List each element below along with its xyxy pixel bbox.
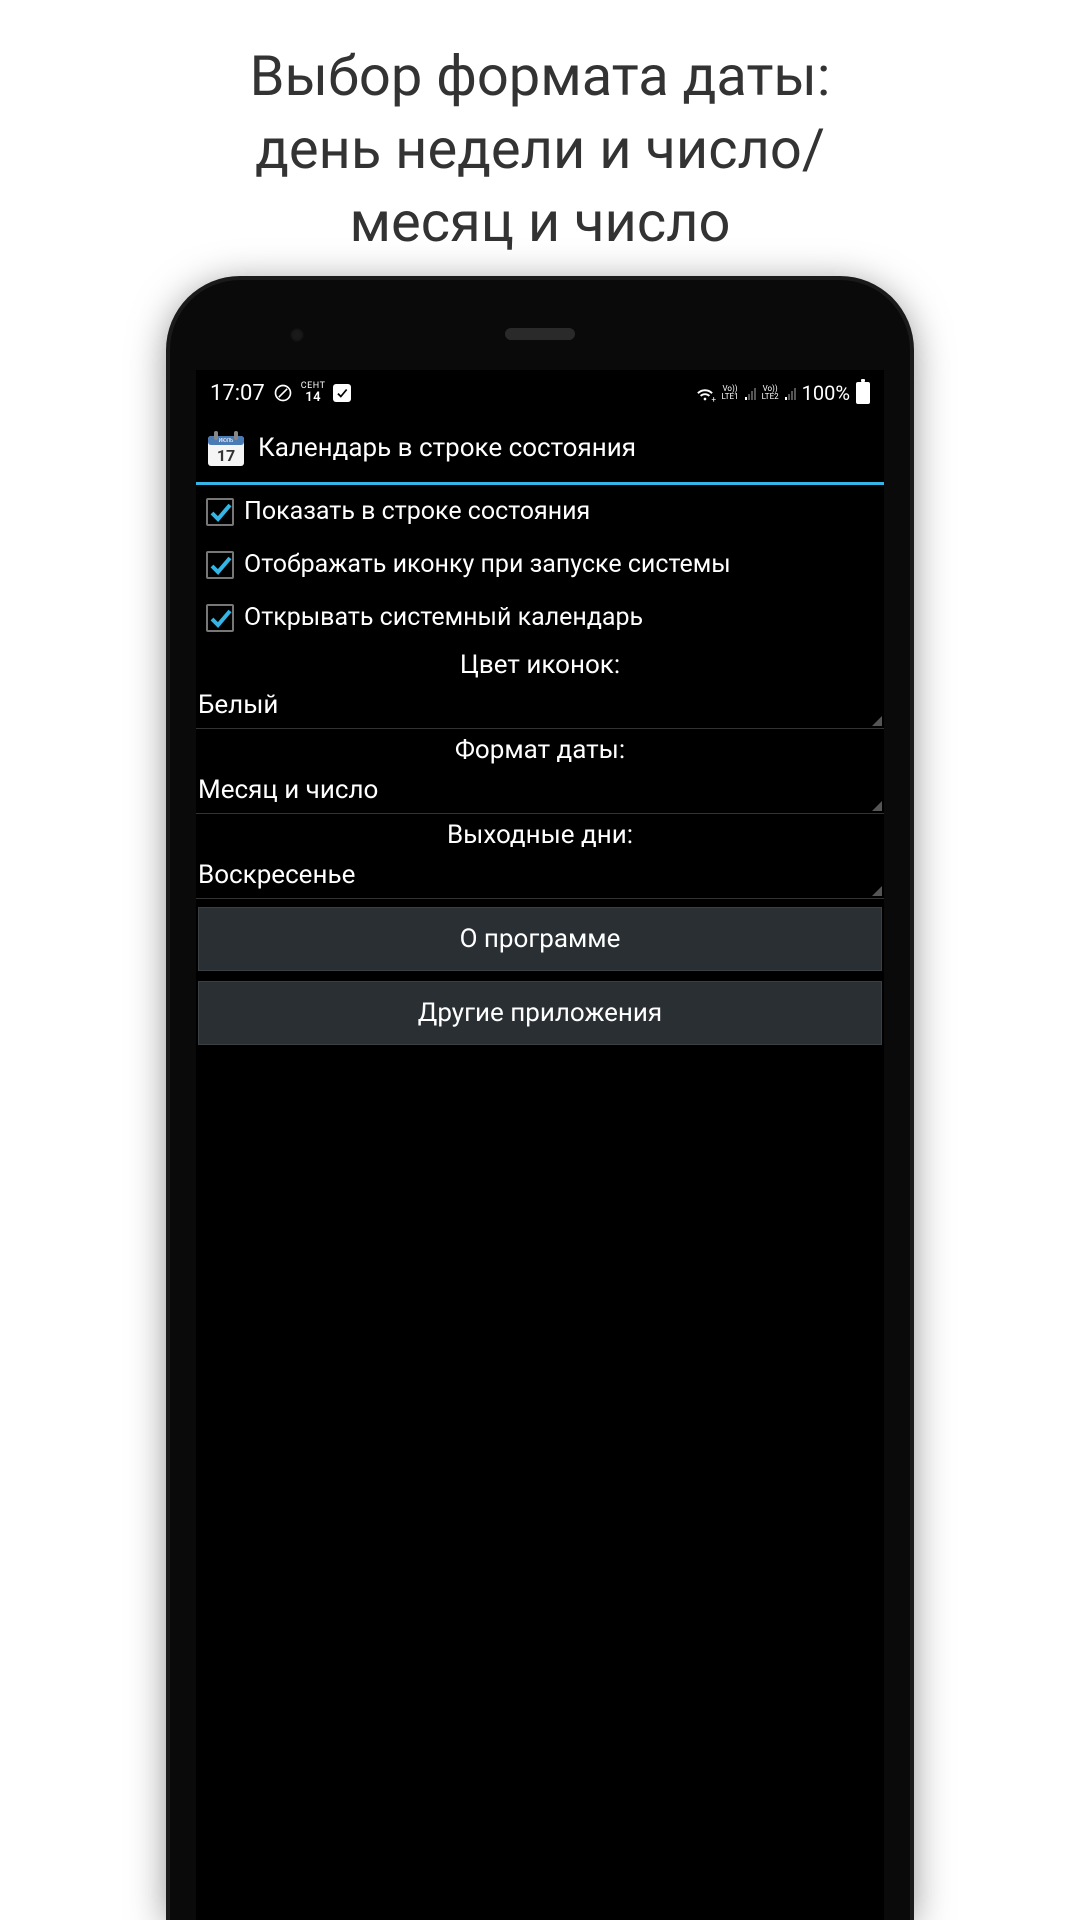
icon-color-spinner[interactable]: Белый (196, 684, 884, 729)
icon-color-label: Цвет иконок: (196, 644, 884, 684)
phone-frame: 17:07 СЕНТ 14 + Vo)) LTE1 (170, 280, 910, 1920)
date-format-value: Месяц и число (196, 775, 884, 805)
calendar-app-icon: ИЮЛЬ 17 (206, 428, 246, 468)
status-bar: 17:07 СЕНТ 14 + Vo)) LTE1 (196, 370, 884, 414)
app-header: ИЮЛЬ 17 Календарь в строке состояния (196, 414, 884, 485)
svg-text:ИЮЛЬ: ИЮЛЬ (219, 438, 234, 444)
date-format-spinner[interactable]: Месяц и число (196, 769, 884, 814)
other-apps-button[interactable]: Другие приложения (198, 981, 882, 1045)
battery-icon (856, 382, 870, 404)
promo-heading: Выбор формата даты: день недели и число/… (0, 0, 1080, 278)
signal-bars-1 (745, 387, 756, 400)
settings-content: Показать в строке состояния Отображать и… (196, 485, 884, 1045)
checkbox-icon (206, 604, 234, 632)
wifi-icon: + (694, 382, 716, 404)
icon-color-value: Белый (196, 690, 884, 720)
status-bar-right: + Vo)) LTE1 Vo)) LTE2 (694, 381, 871, 405)
checkbox-label: Открывать системный календарь (244, 603, 643, 632)
battery-percentage: 100% (802, 381, 850, 405)
checkbox-icon (206, 498, 234, 526)
app-title: Календарь в строке состояния (258, 433, 636, 463)
checkbox-label: Отображать иконку при запуске системы (244, 550, 731, 579)
dropdown-caret-icon (872, 886, 882, 896)
promo-line-3: месяц и число (20, 186, 1060, 259)
weekend-value: Воскресенье (196, 860, 884, 890)
checkbox-label: Показать в строке состояния (244, 497, 590, 526)
status-date-day: 14 (305, 391, 321, 404)
svg-text:+: + (711, 395, 716, 404)
signal-bars-2 (785, 387, 796, 400)
status-bar-left: 17:07 СЕНТ 14 (210, 381, 351, 406)
date-format-label: Формат даты: (196, 729, 884, 769)
signal-lte1: Vo)) LTE1 (722, 385, 739, 401)
signal-lte1-label: LTE1 (722, 393, 739, 401)
weekend-spinner[interactable]: Воскресенье (196, 854, 884, 899)
dnd-icon (273, 383, 293, 403)
phone-speaker (505, 328, 575, 340)
dropdown-caret-icon (872, 801, 882, 811)
checkbox-show-in-statusbar[interactable]: Показать в строке состояния (196, 485, 884, 538)
phone-screen: 17:07 СЕНТ 14 + Vo)) LTE1 (196, 370, 884, 1920)
phone-camera (290, 328, 304, 342)
weekend-label: Выходные дни: (196, 814, 884, 854)
promo-line-1: Выбор формата даты: (20, 40, 1060, 113)
checkbox-open-system-calendar[interactable]: Открывать системный календарь (196, 591, 884, 644)
status-date-badge: СЕНТ 14 (301, 382, 326, 404)
promo-line-2: день недели и число/ (20, 113, 1060, 186)
signal-lte2: Vo)) LTE2 (762, 385, 779, 401)
status-check-icon (333, 384, 351, 402)
about-button[interactable]: О программе (198, 907, 882, 971)
checkbox-icon (206, 551, 234, 579)
status-time: 17:07 (210, 381, 265, 406)
dropdown-caret-icon (872, 716, 882, 726)
signal-lte2-label: LTE2 (762, 393, 779, 401)
checkbox-show-on-boot[interactable]: Отображать иконку при запуске системы (196, 538, 884, 591)
svg-text:17: 17 (217, 446, 235, 465)
